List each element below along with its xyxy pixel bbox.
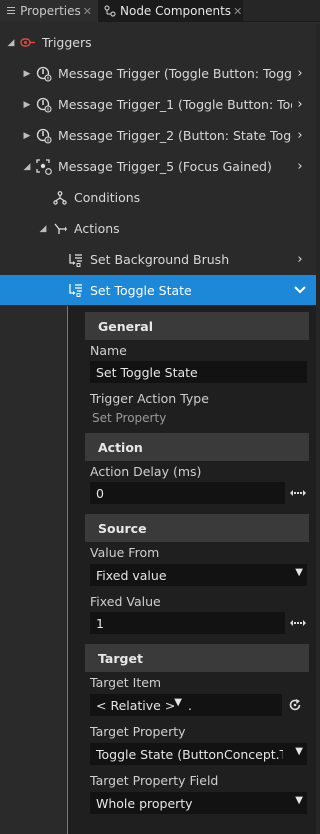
section-header-action[interactable]: Action [85,433,309,461]
components-icon [104,5,116,17]
action-delay-label: Action Delay (ms) [90,464,202,479]
tree-item-label: Message Trigger (Toggle Button: Toggled … [58,66,292,81]
value-from-dropdown[interactable]: Fixed value ▼ [90,564,307,586]
expanded-arrow-icon[interactable]: ◢ [22,162,32,172]
chevron-right-icon[interactable]: › [292,159,308,174]
message-trigger-icon [36,128,52,144]
tree-item-trigger[interactable]: ▶ Message Trigger_2 (Button: State Toggl… [0,120,316,151]
actions-icon [52,221,68,237]
reset-icon[interactable] [286,698,304,712]
tree-item-label: Message Trigger_1 (Toggle Button: Toggle… [58,97,292,112]
tree-item-action-selected[interactable]: Set Toggle State [0,275,316,305]
tab-node-components[interactable]: Node Components ✕ [98,0,243,22]
target-property-dropdown[interactable]: Toggle State (ButtonConcept.Toggl ▼ [90,743,307,765]
set-property-icon [68,252,84,268]
dropdown-arrow-icon: ▼ [295,567,303,578]
target-property-label: Target Property [90,724,186,739]
fixed-value-label: Fixed Value [90,594,161,609]
tree-item-actions[interactable]: ◢ Actions [0,213,316,244]
tree-item-label: Message Trigger_5 (Focus Gained) [58,159,272,174]
fixed-value-field[interactable]: 1 [90,612,285,634]
collapsed-arrow-icon[interactable]: ▶ [22,100,32,110]
trigger-action-type-value: Set Property [92,411,167,425]
tree-item-label: Set Toggle State [90,282,192,298]
target-item-relative-value: < Relative > [96,697,176,713]
tree-item-trigger[interactable]: ▶ Message Trigger (Toggle Button: Toggle… [0,58,316,89]
chevron-right-icon[interactable]: › [292,66,308,81]
dropdown-arrow-icon: ▼ [295,746,303,757]
value-from-value: Fixed value [96,567,167,583]
triggers-icon [20,35,36,51]
target-property-field-label: Target Property Field [90,773,219,788]
target-item-relative-dropdown[interactable]: < Relative > ▼ [90,694,186,716]
name-field[interactable]: Set Toggle State [90,361,307,383]
target-item-path-field[interactable]: . [186,694,282,716]
close-icon[interactable]: ✕ [81,5,94,18]
close-icon[interactable]: ✕ [231,5,244,18]
drag-value-icon[interactable] [289,486,307,500]
tree-item-label: Message Trigger_2 (Button: State Toggled… [58,128,292,143]
trigger-action-type-label: Trigger Action Type [90,391,209,406]
name-label: Name [90,343,127,358]
message-trigger-icon [36,97,52,113]
tree-item-action[interactable]: Set Background Brush › [0,244,316,275]
tree-item-trigger[interactable]: ◢ Message Trigger_5 (Focus Gained) › [0,151,316,182]
name-field-value: Set Toggle State [96,364,198,380]
collapsed-arrow-icon[interactable]: ▶ [22,69,32,79]
tree-item-conditions[interactable]: Conditions [0,182,316,213]
collapsed-arrow-icon[interactable]: ▶ [22,131,32,141]
tab-properties[interactable]: Properties ✕ [0,0,98,22]
set-property-icon [68,282,84,298]
action-delay-value: 0 [96,485,104,501]
target-property-value: Toggle State (ButtonConcept.Toggl [96,746,283,762]
tab-properties-label: Properties [20,4,81,18]
action-delay-field[interactable]: 0 [90,482,285,504]
target-item-label: Target Item [90,675,162,690]
tree-item-triggers[interactable]: ◢ Triggers [0,27,316,58]
section-header-target[interactable]: Target [85,644,309,672]
focus-trigger-icon [36,158,52,175]
fixed-value-value: 1 [96,615,104,631]
target-property-field-dropdown[interactable]: Whole property ▼ [90,792,307,814]
tree-item-label: Actions [74,221,120,236]
target-property-field-value: Whole property [96,795,193,811]
chevron-down-icon[interactable] [292,286,308,294]
section-header-source[interactable]: Source [85,514,309,542]
expanded-arrow-icon[interactable]: ◢ [38,224,48,234]
conditions-icon [52,190,68,206]
tree-item-trigger[interactable]: ▶ Message Trigger_1 (Toggle Button: Togg… [0,89,316,120]
properties-icon [6,5,16,17]
message-trigger-icon [36,66,52,82]
expanded-arrow-icon[interactable]: ◢ [6,38,16,48]
chevron-right-icon[interactable]: › [292,252,308,267]
chevron-right-icon[interactable]: › [292,128,308,143]
tree-item-label: Triggers [42,35,92,50]
section-header-general[interactable]: General [85,312,309,340]
dropdown-arrow-icon: ▼ [174,697,182,708]
target-item-path-value: . [188,697,192,713]
drag-value-icon[interactable] [289,616,307,630]
chevron-right-icon[interactable]: › [292,97,308,112]
tab-bar: Properties ✕ Node Components ✕ [0,0,320,22]
scrollbar[interactable] [316,24,320,834]
dropdown-arrow-icon: ▼ [295,795,303,806]
tab-node-components-label: Node Components [120,4,232,18]
value-from-label: Value From [90,545,160,560]
action-properties-panel: General Name Set Toggle State Trigger Ac… [67,306,316,834]
tree-item-label: Set Background Brush [90,252,230,267]
tree-item-label: Conditions [74,190,141,205]
